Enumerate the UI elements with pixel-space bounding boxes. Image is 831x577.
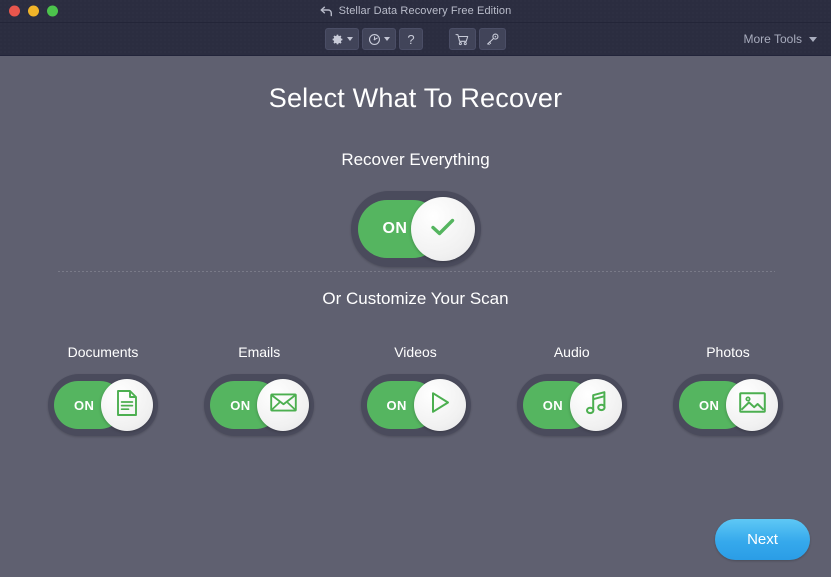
key-icon: [485, 33, 500, 46]
back-arrow-icon: [320, 6, 333, 17]
toggle-state-label: ON: [699, 397, 720, 413]
category-label: Documents: [67, 344, 139, 360]
close-window-button[interactable]: [9, 5, 20, 17]
settings-button[interactable]: [325, 28, 359, 50]
buy-button[interactable]: [449, 28, 476, 50]
toggle-knob: [101, 379, 153, 431]
toggle-state-label: ON: [542, 397, 564, 413]
chevron-down-icon: [809, 36, 817, 42]
titlebar: Stellar Data Recovery Free Edition: [0, 0, 831, 23]
music-note-icon: [583, 389, 609, 422]
more-tools-label: More Tools: [743, 32, 802, 46]
category-label: Emails: [238, 344, 281, 360]
title-center: Stellar Data Recovery Free Edition: [0, 5, 831, 17]
page-title: Select What To Recover: [268, 83, 563, 113]
check-icon: [428, 215, 458, 244]
photos-toggle[interactable]: ON: [673, 374, 783, 436]
recover-everything-toggle[interactable]: ON: [350, 191, 481, 267]
document-icon: [114, 389, 140, 422]
category-emails: Emails ON: [200, 344, 318, 436]
toolbar-center: ?: [0, 28, 831, 50]
minimize-window-button[interactable]: [28, 5, 39, 17]
help-button[interactable]: ?: [399, 28, 423, 50]
category-label: Videos: [394, 344, 437, 360]
toolbar: ? More Tools: [0, 23, 831, 56]
toggle-knob: [410, 197, 475, 261]
category-label: Photos: [706, 344, 750, 360]
chevron-down-icon: [384, 37, 390, 41]
more-tools-menu[interactable]: More Tools: [744, 32, 817, 46]
maximize-window-button[interactable]: [47, 5, 58, 17]
shopping-cart-icon: [455, 33, 470, 46]
category-label: Audio: [553, 344, 590, 360]
category-photos: Photos ON: [669, 344, 787, 436]
toolbar-group-secondary: [449, 28, 506, 50]
play-icon: [426, 389, 453, 421]
toggle-state-label: ON: [230, 397, 251, 413]
videos-toggle[interactable]: ON: [360, 374, 471, 436]
toolbar-group-primary: ?: [325, 28, 423, 50]
traffic-lights: [9, 5, 58, 17]
recover-everything-label: Recover Everything: [341, 150, 490, 169]
toggle-knob: [257, 379, 310, 431]
section-divider: [58, 271, 775, 272]
chevron-down-icon: [347, 37, 353, 41]
app-window: Stellar Data Recovery Free Edition ? Mor…: [0, 0, 831, 577]
toggle-state-label: ON: [382, 220, 408, 237]
activate-button[interactable]: [479, 28, 506, 50]
toggle-knob: [726, 379, 778, 431]
emails-toggle[interactable]: ON: [204, 374, 315, 436]
toggle-knob: [569, 379, 622, 431]
toggle-state-label: ON: [74, 397, 95, 413]
envelope-icon: [269, 391, 298, 419]
next-button[interactable]: Next: [715, 519, 810, 560]
window-title: Stellar Data Recovery Free Edition: [338, 5, 512, 17]
category-videos: Videos ON: [357, 344, 475, 436]
category-row: Documents ON Emails ON Videos ON Audio O…: [0, 344, 831, 436]
master-toggle-wrap: ON: [0, 191, 831, 267]
image-icon: [738, 390, 767, 420]
toggle-state-label: ON: [386, 397, 407, 413]
gear-icon: [331, 33, 344, 46]
main-content: Select What To Recover Recover Everythin…: [0, 56, 831, 577]
customize-scan-label: Or Customize Your Scan: [322, 289, 509, 308]
clock-history-icon: [368, 33, 381, 46]
audio-toggle[interactable]: ON: [516, 374, 627, 436]
toggle-knob: [413, 379, 466, 431]
category-audio: Audio ON: [513, 344, 631, 436]
history-button[interactable]: [362, 28, 396, 50]
category-documents: Documents ON: [44, 344, 162, 436]
documents-toggle[interactable]: ON: [48, 374, 158, 436]
question-mark-icon: ?: [407, 31, 415, 47]
